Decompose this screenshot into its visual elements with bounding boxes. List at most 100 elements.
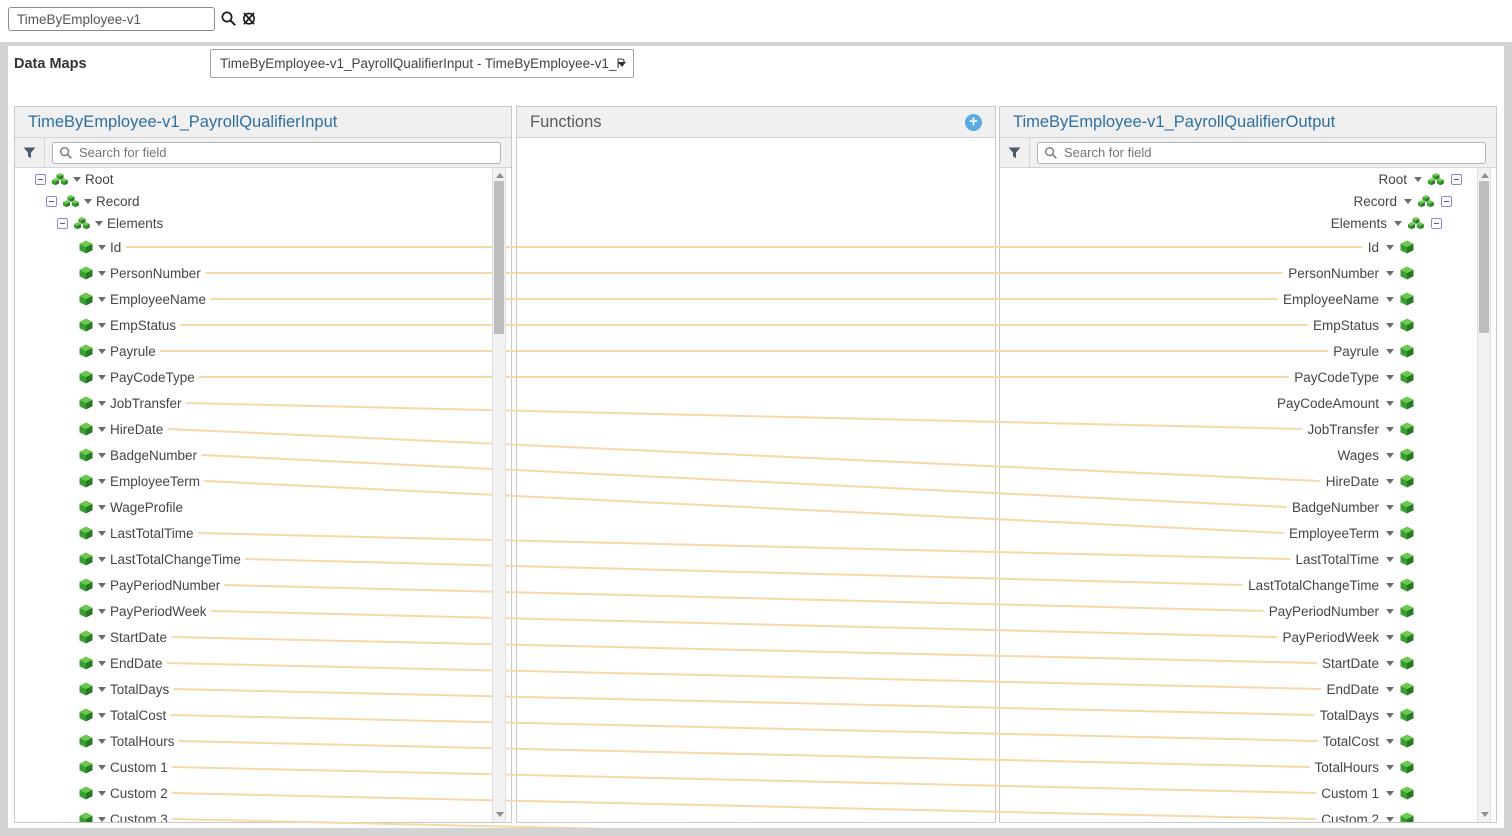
node-menu-arrow-icon[interactable] bbox=[1414, 177, 1422, 182]
node-menu-arrow-icon[interactable] bbox=[1386, 375, 1394, 380]
collapse-icon[interactable] bbox=[1431, 218, 1442, 229]
tree-node-wages[interactable]: Wages bbox=[1000, 442, 1496, 468]
tree-node-totalcost[interactable]: TotalCost bbox=[1000, 728, 1496, 754]
collapse-icon[interactable] bbox=[1451, 174, 1462, 185]
scrollbar-thumb[interactable] bbox=[1479, 181, 1489, 333]
tree-node-payperiodweek[interactable]: PayPeriodWeek bbox=[1000, 624, 1496, 650]
node-menu-arrow-icon[interactable] bbox=[1386, 245, 1394, 250]
node-menu-arrow-icon[interactable] bbox=[98, 427, 106, 432]
node-menu-arrow-icon[interactable] bbox=[1386, 531, 1394, 536]
node-menu-arrow-icon[interactable] bbox=[98, 401, 106, 406]
tree-node-paycodetype[interactable]: PayCodeType bbox=[1000, 364, 1496, 390]
node-menu-arrow-icon[interactable] bbox=[98, 583, 106, 588]
node-menu-arrow-icon[interactable] bbox=[98, 609, 106, 614]
node-menu-arrow-icon[interactable] bbox=[98, 635, 106, 640]
node-menu-arrow-icon[interactable] bbox=[1386, 271, 1394, 276]
collapse-icon[interactable] bbox=[57, 218, 68, 229]
node-menu-arrow-icon[interactable] bbox=[1386, 687, 1394, 692]
node-menu-arrow-icon[interactable] bbox=[98, 817, 106, 822]
add-function-button[interactable]: + bbox=[965, 114, 982, 131]
node-menu-arrow-icon[interactable] bbox=[1386, 297, 1394, 302]
node-menu-arrow-icon[interactable] bbox=[98, 557, 106, 562]
tree-node-lasttotaltime[interactable]: LastTotalTime bbox=[1000, 546, 1496, 572]
node-menu-arrow-icon[interactable] bbox=[98, 375, 106, 380]
node-menu-arrow-icon[interactable] bbox=[98, 531, 106, 536]
node-menu-arrow-icon[interactable] bbox=[98, 713, 106, 718]
scroll-up-icon[interactable] bbox=[496, 173, 504, 178]
tree-node-badgenumber[interactable]: BadgeNumber bbox=[1000, 494, 1496, 520]
tree-node-elements[interactable]: Elements bbox=[1000, 212, 1496, 234]
node-menu-arrow-icon[interactable] bbox=[1386, 817, 1394, 822]
tree-node-badgenumber[interactable]: BadgeNumber bbox=[15, 442, 511, 468]
process-search-input[interactable] bbox=[8, 7, 215, 31]
node-menu-arrow-icon[interactable] bbox=[1386, 557, 1394, 562]
node-menu-arrow-icon[interactable] bbox=[1386, 661, 1394, 666]
tree-node-payperiodnumber[interactable]: PayPeriodNumber bbox=[1000, 598, 1496, 624]
tree-node-root[interactable]: Root bbox=[15, 168, 511, 190]
tree-node-root[interactable]: Root bbox=[1000, 168, 1496, 190]
node-menu-arrow-icon[interactable] bbox=[98, 765, 106, 770]
tree-node-hiredate[interactable]: HireDate bbox=[1000, 468, 1496, 494]
tree-node-paycodetype[interactable]: PayCodeType bbox=[15, 364, 511, 390]
collapse-icon[interactable] bbox=[46, 196, 57, 207]
tree-node-totalhours[interactable]: TotalHours bbox=[15, 728, 511, 754]
node-menu-arrow-icon[interactable] bbox=[98, 349, 106, 354]
tree-node-empstatus[interactable]: EmpStatus bbox=[1000, 312, 1496, 338]
tree-node-employeeterm[interactable]: EmployeeTerm bbox=[1000, 520, 1496, 546]
tree-node-elements[interactable]: Elements bbox=[15, 212, 511, 234]
tree-node-id[interactable]: Id bbox=[1000, 234, 1496, 260]
data-maps-select[interactable]: TimeByEmployee-v1_PayrollQualifierInput … bbox=[210, 49, 634, 78]
node-menu-arrow-icon[interactable] bbox=[1386, 349, 1394, 354]
tree-node-enddate[interactable]: EndDate bbox=[1000, 676, 1496, 702]
node-menu-arrow-icon[interactable] bbox=[1386, 791, 1394, 796]
node-menu-arrow-icon[interactable] bbox=[1386, 739, 1394, 744]
node-menu-arrow-icon[interactable] bbox=[98, 323, 106, 328]
tree-node-custom-1[interactable]: Custom 1 bbox=[1000, 780, 1496, 806]
node-menu-arrow-icon[interactable] bbox=[1394, 221, 1402, 226]
search-icon[interactable] bbox=[220, 10, 238, 28]
tree-node-jobtransfer[interactable]: JobTransfer bbox=[1000, 416, 1496, 442]
collapse-icon[interactable] bbox=[35, 174, 46, 185]
node-menu-arrow-icon[interactable] bbox=[1386, 635, 1394, 640]
node-menu-arrow-icon[interactable] bbox=[1386, 427, 1394, 432]
node-menu-arrow-icon[interactable] bbox=[98, 271, 106, 276]
tree-node-lasttotaltime[interactable]: LastTotalTime bbox=[15, 520, 511, 546]
tree-node-jobtransfer[interactable]: JobTransfer bbox=[15, 390, 511, 416]
tree-node-payperiodweek[interactable]: PayPeriodWeek bbox=[15, 598, 511, 624]
node-menu-arrow-icon[interactable] bbox=[1386, 505, 1394, 510]
tree-node-totaldays[interactable]: TotalDays bbox=[15, 676, 511, 702]
tree-node-empstatus[interactable]: EmpStatus bbox=[15, 312, 511, 338]
node-menu-arrow-icon[interactable] bbox=[1386, 453, 1394, 458]
node-menu-arrow-icon[interactable] bbox=[98, 453, 106, 458]
tree-node-record[interactable]: Record bbox=[15, 190, 511, 212]
tree-node-personnumber[interactable]: PersonNumber bbox=[15, 260, 511, 286]
node-menu-arrow-icon[interactable] bbox=[1386, 479, 1394, 484]
node-menu-arrow-icon[interactable] bbox=[98, 505, 106, 510]
tree-node-totalcost[interactable]: TotalCost bbox=[15, 702, 511, 728]
node-menu-arrow-icon[interactable] bbox=[1386, 401, 1394, 406]
tree-node-employeename[interactable]: EmployeeName bbox=[1000, 286, 1496, 312]
tree-node-startdate[interactable]: StartDate bbox=[15, 624, 511, 650]
tree-node-startdate[interactable]: StartDate bbox=[1000, 650, 1496, 676]
node-menu-arrow-icon[interactable] bbox=[98, 245, 106, 250]
filter-icon[interactable] bbox=[15, 138, 45, 167]
tree-node-personnumber[interactable]: PersonNumber bbox=[1000, 260, 1496, 286]
output-tree-scrollbar[interactable] bbox=[1477, 168, 1491, 822]
tree-node-totaldays[interactable]: TotalDays bbox=[1000, 702, 1496, 728]
node-menu-arrow-icon[interactable] bbox=[73, 177, 81, 182]
tree-node-custom-2[interactable]: Custom 2 bbox=[15, 780, 511, 806]
scrollbar-thumb[interactable] bbox=[494, 181, 504, 334]
tree-node-totalhours[interactable]: TotalHours bbox=[1000, 754, 1496, 780]
tree-node-payperiodnumber[interactable]: PayPeriodNumber bbox=[15, 572, 511, 598]
node-menu-arrow-icon[interactable] bbox=[1386, 713, 1394, 718]
node-menu-arrow-icon[interactable] bbox=[1386, 609, 1394, 614]
tree-node-payrule[interactable]: Payrule bbox=[1000, 338, 1496, 364]
node-menu-arrow-icon[interactable] bbox=[1386, 583, 1394, 588]
input-tree-scrollbar[interactable] bbox=[492, 168, 506, 822]
tree-node-id[interactable]: Id bbox=[15, 234, 511, 260]
node-menu-arrow-icon[interactable] bbox=[1404, 199, 1412, 204]
node-menu-arrow-icon[interactable] bbox=[98, 791, 106, 796]
node-menu-arrow-icon[interactable] bbox=[1386, 323, 1394, 328]
tree-node-lasttotalchangetime[interactable]: LastTotalChangeTime bbox=[15, 546, 511, 572]
scroll-down-icon[interactable] bbox=[496, 812, 504, 817]
